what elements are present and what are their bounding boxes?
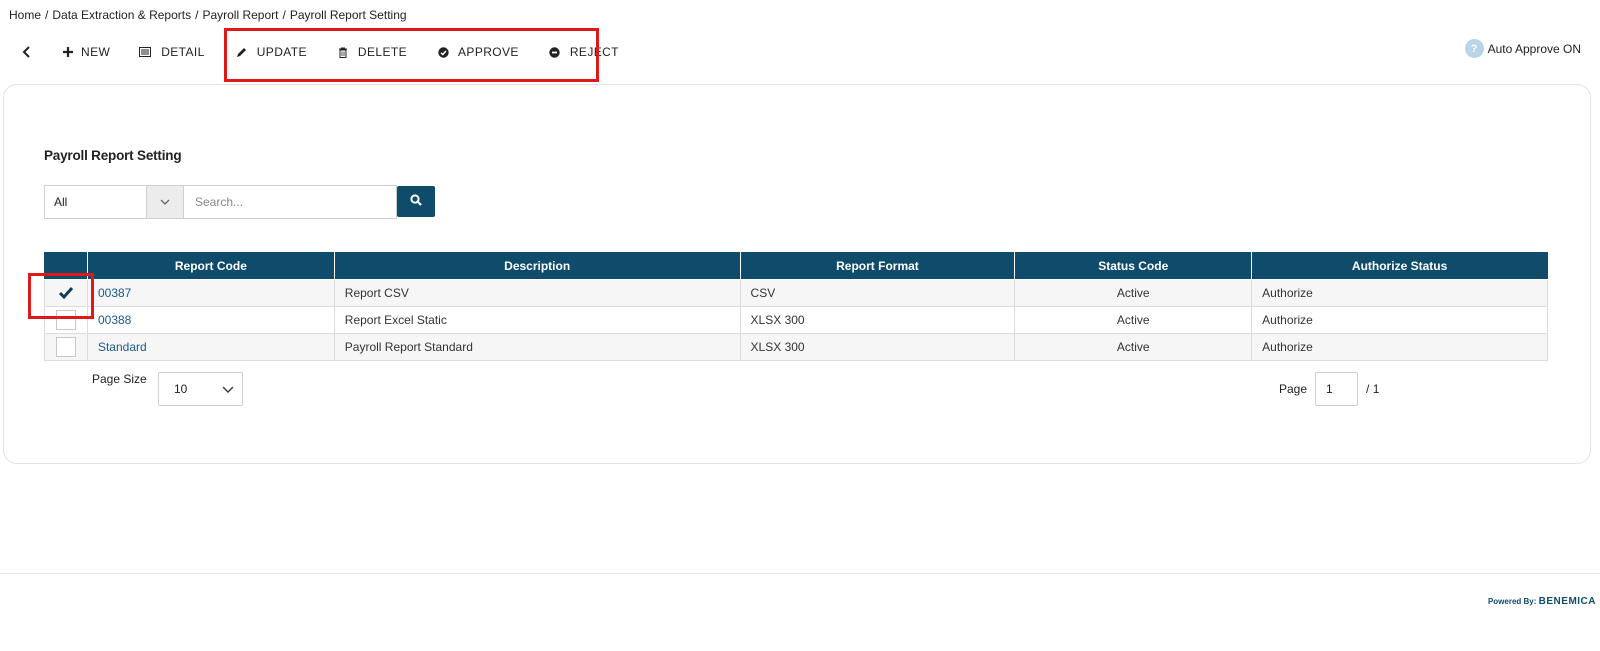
plus-icon <box>61 45 75 59</box>
breadcrumb-home[interactable]: Home <box>9 8 41 22</box>
breadcrumb-separator: / <box>282 8 286 22</box>
format-cell: XLSX 300 <box>739 333 1016 361</box>
table-row[interactable]: 00387 Report CSV CSV Active Authorize <box>44 279 1548 307</box>
page-label: Page <box>1279 382 1308 396</box>
new-button-label: NEW <box>81 45 111 59</box>
footer-divider <box>0 573 1600 574</box>
page-size-select[interactable]: 10 <box>158 372 243 406</box>
status-cell: Active <box>1014 306 1253 334</box>
column-header[interactable]: Description <box>333 252 741 280</box>
column-header[interactable]: Report Format <box>739 252 1016 280</box>
report-code-link[interactable]: Standard <box>86 333 335 361</box>
description-cell: Report CSV <box>333 279 741 307</box>
breadcrumb: Home / Data Extraction & Reports / Payroll R… <box>9 8 407 22</box>
column-header[interactable]: Report Code <box>86 252 335 280</box>
detail-button[interactable]: DETAIL <box>138 45 205 59</box>
column-header[interactable]: Authorize Status <box>1251 252 1548 280</box>
filter-select-value: All <box>54 195 68 209</box>
format-cell: XLSX 300 <box>739 306 1016 334</box>
search-icon <box>410 194 422 209</box>
action-highlight-box <box>224 28 599 82</box>
page-size-value: 10 <box>174 382 188 396</box>
report-table: Report Code Description Report Format St… <box>44 252 1548 361</box>
format-cell: CSV <box>739 279 1016 307</box>
description-cell: Payroll Report Standard <box>333 333 741 361</box>
auto-approve-label: Auto Approve ON <box>1487 41 1581 56</box>
breadcrumb-current: Payroll Report Setting <box>289 8 407 22</box>
row-select-cell <box>44 333 88 361</box>
powered-by-label: Powered By: <box>1487 597 1537 606</box>
row-checkbox[interactable] <box>55 337 76 357</box>
table-header-row: Report Code Description Report Format St… <box>44 252 1548 280</box>
chevron-left-icon <box>20 45 34 59</box>
status-cell: Active <box>1014 333 1253 361</box>
table-row[interactable]: 00388 Report Excel Static XLSX 300 Activ… <box>44 306 1548 334</box>
search-input[interactable] <box>183 185 397 219</box>
breadcrumb-separator: / <box>195 8 199 22</box>
status-cell: Active <box>1014 279 1253 307</box>
table-row[interactable]: Standard Payroll Report Standard XLSX 30… <box>44 333 1548 361</box>
page-title: Payroll Report Setting <box>44 148 182 163</box>
pager: Page 1 / 1 <box>1279 372 1379 406</box>
authorize-cell: Authorize <box>1251 333 1548 361</box>
powered-by: Powered By: BENEMICA <box>1488 596 1596 607</box>
detail-button-label: DETAIL <box>161 45 205 59</box>
breadcrumb-separator: / <box>45 8 49 22</box>
authorize-cell: Authorize <box>1251 279 1548 307</box>
help-icon: ? <box>1464 39 1484 58</box>
breadcrumb-data-extraction[interactable]: Data Extraction & Reports <box>52 8 191 22</box>
authorize-cell: Authorize <box>1251 306 1548 334</box>
column-header[interactable]: Status Code <box>1014 252 1253 280</box>
total-pages: / 1 <box>1366 382 1380 396</box>
checkbox-highlight-box <box>28 273 94 319</box>
report-code-link[interactable]: 00387 <box>86 279 335 307</box>
page-size-label: Page Size <box>92 372 147 386</box>
page-number-input[interactable]: 1 <box>1315 372 1359 406</box>
new-button[interactable]: NEW <box>61 45 110 59</box>
list-icon <box>138 45 152 59</box>
chevron-down-icon <box>146 186 183 218</box>
description-cell: Report Excel Static <box>333 306 741 334</box>
auto-approve-indicator[interactable]: ? Auto Approve ON <box>1464 39 1581 58</box>
filter-select[interactable]: All <box>44 185 183 219</box>
brand-logo: BENEMICA <box>1538 596 1596 607</box>
report-code-link[interactable]: 00388 <box>86 306 335 334</box>
back-button[interactable] <box>20 45 34 59</box>
breadcrumb-payroll-report[interactable]: Payroll Report <box>202 8 278 22</box>
chevron-down-icon <box>222 382 234 396</box>
search-button[interactable] <box>397 186 435 217</box>
